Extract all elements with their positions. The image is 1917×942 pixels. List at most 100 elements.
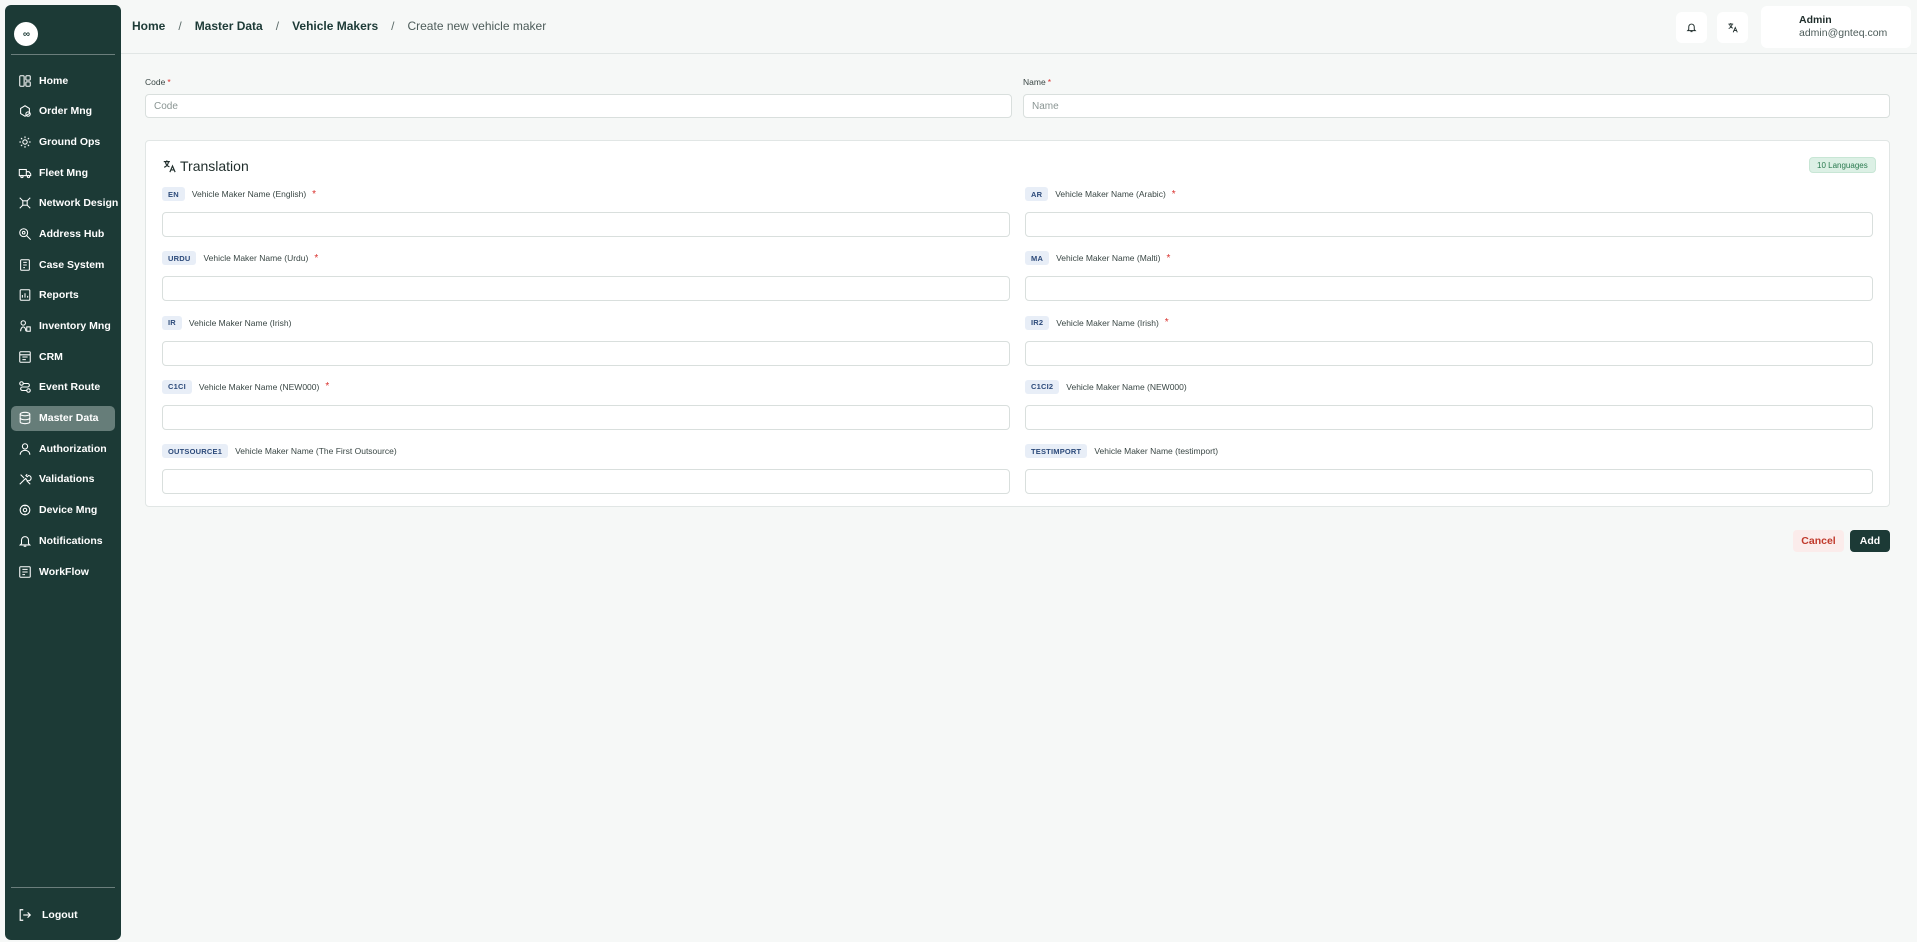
add-button[interactable]: Add: [1850, 530, 1890, 552]
map-pin-icon: [18, 227, 32, 241]
bell-icon: [18, 534, 32, 548]
translation-title-text: Translation: [180, 158, 249, 174]
language-code-chip: AR: [1025, 187, 1049, 201]
sidebar-item-network-design[interactable]: Network Design: [11, 191, 118, 216]
sidebar-item-label: Notifications: [39, 534, 103, 547]
translation-field-label: Vehicle Maker Name (Irish): [188, 317, 292, 328]
language-code-chip: IR2: [1025, 315, 1050, 330]
logout-label: Logout: [42, 908, 78, 921]
translation-field-header: OUTSOURCE1 Vehicle Maker Name (The First …: [162, 444, 1010, 459]
translation-input-ir2[interactable]: [1025, 340, 1873, 366]
translation-input-c1ci2[interactable]: [1025, 404, 1873, 430]
sidebar-item-label: Validations: [39, 473, 95, 486]
breadcrumb-home[interactable]: Home: [132, 19, 165, 33]
translation-field-label: Vehicle Maker Name (NEW000): [1066, 381, 1187, 392]
translation-input-urdu[interactable]: [162, 276, 1010, 302]
sidebar-item-event-route[interactable]: Event Route: [11, 375, 115, 400]
translation-field-header: C1CI2 Vehicle Maker Name (NEW000): [1025, 379, 1873, 394]
report-icon: [18, 288, 32, 302]
sidebar-item-home[interactable]: Home: [11, 68, 115, 93]
translation-input-ir[interactable]: [162, 340, 1010, 366]
notifications-button[interactable]: [1676, 12, 1707, 43]
sidebar-item-master-data[interactable]: Master Data: [11, 405, 115, 431]
logout-button[interactable]: Logout: [11, 902, 115, 927]
app-logo[interactable]: ∞: [14, 22, 38, 46]
translation-field-label: Vehicle Maker Name (NEW000): [198, 381, 320, 392]
cancel-button[interactable]: Cancel: [1793, 530, 1844, 552]
code-input[interactable]: [145, 94, 1012, 118]
sidebar-item-label: Device Mng: [39, 504, 98, 517]
translation-input-testimport[interactable]: [1025, 469, 1873, 495]
translation-field-c1ci2: C1CI2 Vehicle Maker Name (NEW000): [1025, 379, 1873, 430]
translation-input-outsource1[interactable]: [162, 469, 1010, 495]
sidebar-item-fleet-mng[interactable]: Fleet Mng: [11, 160, 115, 185]
bell-icon: [1686, 23, 1697, 33]
sidebar-item-ground-ops[interactable]: Ground Ops: [11, 129, 115, 154]
translation-field-ir2: IR2 Vehicle Maker Name (Irish) *: [1025, 315, 1873, 366]
sidebar-item-label: Order Mng: [39, 105, 93, 118]
translation-field-en: EN Vehicle Maker Name (English) *: [162, 187, 1010, 237]
sidebar-item-label: Ground Ops: [39, 135, 101, 148]
sidebar-item-validations[interactable]: Validations: [11, 467, 115, 492]
translation-title: Translation: [162, 158, 249, 174]
translation-field-ar: AR Vehicle Maker Name (Arabic) *: [1025, 187, 1873, 237]
sidebar-item-label: Reports: [39, 289, 79, 302]
required-asterisk: *: [312, 188, 317, 200]
required-asterisk: *: [325, 381, 330, 393]
translation-field-outsource1: OUTSOURCE1 Vehicle Maker Name (The First …: [162, 444, 1010, 495]
breadcrumb-master-data[interactable]: Master Data: [195, 19, 263, 33]
sidebar-item-reports[interactable]: Reports: [11, 283, 115, 308]
sidebar-item-address-hub[interactable]: Address Hub: [11, 221, 115, 246]
translation-field-header: EN Vehicle Maker Name (English) *: [162, 187, 1010, 201]
name-input[interactable]: [1023, 94, 1890, 118]
sidebar-nav: Home Order Mng Ground Ops Fleet Mng Network …: [11, 68, 118, 590]
user-menu[interactable]: Admin admin@gnteq.com: [1761, 6, 1911, 48]
breadcrumb-vehicle-makers[interactable]: Vehicle Makers: [292, 19, 378, 33]
language-code-chip: EN: [162, 187, 185, 201]
code-label: Code *: [145, 77, 171, 87]
sidebar-divider-top: [11, 54, 115, 55]
sidebar-item-workflow[interactable]: WorkFlow: [11, 559, 115, 584]
translation-field-ma: MA Vehicle Maker Name (Malti) *: [1025, 251, 1873, 302]
truck-icon: [18, 166, 32, 180]
sidebar-item-case-system[interactable]: Case System: [11, 252, 115, 277]
language-code-chip: IR: [162, 315, 182, 330]
translation-field-header: TESTIMPORT Vehicle Maker Name (testimport…: [1025, 444, 1873, 459]
required-asterisk: *: [314, 252, 319, 264]
inventory-icon: [18, 319, 32, 333]
sidebar-item-label: Event Route: [39, 381, 101, 394]
sidebar-item-label: Fleet Mng: [39, 166, 88, 179]
sidebar-item-label: Case System: [39, 258, 105, 271]
language-code-chip: URDU: [162, 251, 197, 266]
translation-input-ar[interactable]: [1025, 212, 1873, 237]
logout-icon: [18, 908, 32, 922]
sidebar-item-label: Home: [39, 74, 69, 87]
sidebar-item-order-mng[interactable]: Order Mng: [11, 99, 115, 124]
translation-field-header: AR Vehicle Maker Name (Arabic) *: [1025, 187, 1873, 201]
sidebar-item-label: CRM: [39, 350, 63, 363]
translation-field-urdu: URDU Vehicle Maker Name (Urdu) *: [162, 251, 1010, 302]
sidebar-item-crm[interactable]: CRM: [11, 344, 115, 369]
translation-field-label: Vehicle Maker Name (testimport): [1094, 446, 1219, 457]
language-code-chip: OUTSOURCE1: [162, 444, 229, 459]
translation-field-header: IR Vehicle Maker Name (Irish): [162, 315, 1010, 330]
translation-field-label: Vehicle Maker Name (The First Outsource): [235, 446, 397, 457]
translation-field-c1ci: C1CI Vehicle Maker Name (NEW000) *: [162, 379, 1010, 430]
translation-input-en[interactable]: [162, 212, 1010, 237]
required-asterisk: *: [1164, 317, 1169, 329]
sidebar-item-device-mng[interactable]: Device Mng: [11, 498, 115, 523]
sidebar-item-notifications[interactable]: Notifications: [11, 528, 115, 553]
translate-icon: [1728, 23, 1738, 33]
language-button[interactable]: [1717, 12, 1748, 43]
sidebar: ∞ Home Order Mng Ground Ops Fleet Mng Networ…: [5, 5, 121, 940]
translation-field-label: Vehicle Maker Name (Malti): [1056, 253, 1161, 264]
translation-input-ma[interactable]: [1025, 276, 1873, 302]
translation-field-label: Vehicle Maker Name (Urdu): [203, 253, 309, 264]
translation-input-c1ci[interactable]: [162, 404, 1010, 430]
breadcrumb-current: Create new vehicle maker: [407, 19, 547, 33]
sidebar-item-label: Authorization: [39, 442, 107, 455]
name-label: Name *: [1023, 77, 1051, 87]
sidebar-item-inventory-mng[interactable]: Inventory Mng: [11, 314, 115, 339]
sidebar-item-label: WorkFlow: [39, 565, 89, 578]
sidebar-item-authorization[interactable]: Authorization: [11, 436, 115, 461]
